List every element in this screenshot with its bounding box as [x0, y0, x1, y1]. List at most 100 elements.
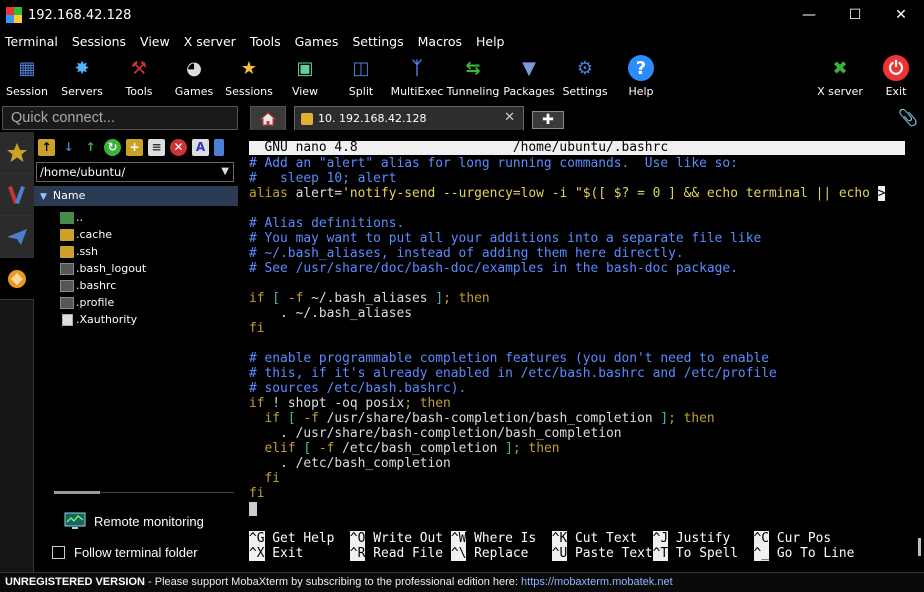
terminal-text: [ [287, 411, 304, 426]
toolbar-tunneling-button[interactable]: ⇆ Tunneling [443, 52, 503, 102]
toolbar-settings-button[interactable]: ⚙ Settings [555, 52, 615, 102]
subscribe-link[interactable]: https://mobaxterm.mobatek.net [521, 576, 673, 588]
maximize-icon[interactable]: ☐ [832, 0, 878, 30]
quick-connect-input[interactable]: Quick connect... [2, 106, 238, 130]
toolbar-servers-button[interactable]: ✸ Servers [52, 52, 112, 102]
path-dropdown[interactable]: /home/ubuntu/ ▼ [36, 162, 234, 182]
toolbar-x-server-button[interactable]: ✖ X server [810, 52, 870, 102]
checkbox-box[interactable] [52, 545, 65, 559]
toolbar-sessions-button[interactable]: ★ Sessions [219, 52, 279, 102]
nano-key: ^W [450, 531, 467, 546]
toolbar-view-button[interactable]: ▣ View [275, 52, 335, 102]
upload-icon[interactable]: ↑ [82, 139, 99, 156]
toolbar-packages-button[interactable]: ▼ Packages [499, 52, 559, 102]
tab-bar: 10. 192.168.42.128 ✕ ✚ [250, 106, 564, 130]
terminal-line: if [ -f /usr/share/bash-completion/bash_… [249, 411, 715, 426]
new-folder-icon[interactable]: + [126, 138, 143, 156]
nano-shortcuts-row-1: ^G Get Help ^O Write Out ^W Where Is ^K … [249, 531, 831, 546]
terminal-text: if [249, 411, 288, 426]
parent-folder-icon[interactable]: ↑ [38, 138, 55, 156]
menu-view[interactable]: View [140, 34, 170, 49]
settings-icon: ⚙ [576, 57, 594, 79]
file-row[interactable]: .bashrc [34, 277, 238, 294]
file-row[interactable]: .Xauthority [34, 311, 238, 328]
terminal-text: . ~/.bash_aliases [249, 306, 412, 321]
nano-key: ^X [249, 546, 265, 561]
menu-x-server[interactable]: X server [184, 34, 236, 49]
nano-key: ^T [652, 546, 669, 561]
rename-icon[interactable]: A [192, 138, 209, 156]
home-icon [260, 111, 276, 125]
terminal-text: ! shopt -oq posix [272, 396, 405, 411]
toolbar-split-button[interactable]: ◫ Split [331, 52, 391, 102]
xserver-icon: ✖ [832, 57, 848, 79]
tunneling-icon: ⇆ [465, 57, 481, 79]
tab-close-icon[interactable]: ✕ [504, 110, 515, 125]
toolbar-tools-button[interactable]: ⚒ Tools [109, 52, 169, 102]
delete-icon[interactable]: ✕ [170, 138, 187, 156]
menu-tools[interactable]: Tools [250, 34, 281, 49]
close-icon[interactable]: ✕ [878, 0, 924, 30]
terminal-scrollbar[interactable] [918, 538, 921, 556]
new-tab-button[interactable]: ✚ [532, 111, 564, 129]
terminal-text: # this, if it's already enabled in /etc/… [249, 366, 777, 381]
nano-key-label: Cur Pos [769, 531, 832, 546]
terminal-text: fi [249, 321, 265, 336]
menu-games[interactable]: Games [295, 34, 339, 49]
sort-arrow-icon: ▼ [40, 192, 47, 202]
refresh-icon[interactable]: ↻ [104, 138, 121, 156]
file-row[interactable]: .ssh [34, 243, 238, 260]
terminal-text: # sources /etc/bash.bashrc). [249, 381, 467, 396]
new-file-icon[interactable]: ≡ [148, 138, 165, 156]
terminal-text: ; then [512, 441, 560, 456]
file-list: .. .cache .ssh .bash_logout .bashrc .profile.… [34, 209, 238, 328]
nano-key-label: Write Out [365, 531, 451, 546]
toolbar-session-button[interactable]: ▦ Session [0, 52, 57, 102]
status-bar: UNREGISTERED VERSION - Please support Mo… [0, 572, 924, 592]
terminal-line: if [ -f ~/.bash_aliases ]; then [249, 291, 490, 306]
menu-macros[interactable]: Macros [418, 34, 462, 49]
menu-bar: Terminal Sessions View X server Tools Games Se… [0, 30, 924, 52]
strip-sftp-button[interactable] [0, 258, 34, 300]
strip-tools-button[interactable] [0, 174, 34, 216]
monitor-icon [64, 512, 86, 529]
toolbar-exit-button[interactable]: ⏻ Exit [866, 52, 924, 102]
download-icon[interactable]: ↓ [60, 139, 77, 156]
minimize-icon[interactable]: — [786, 0, 832, 30]
file-row[interactable]: .profile [34, 294, 238, 311]
file-row[interactable]: .. [34, 209, 238, 226]
menu-sessions[interactable]: Sessions [72, 34, 126, 49]
remote-monitoring-button[interactable]: Remote monitoring [64, 510, 204, 532]
toolbar-help-button[interactable]: ? Help [611, 52, 671, 102]
toolbar-games-button[interactable]: ◕ Games [164, 52, 224, 102]
terminal-text: /etc/bash_completion [342, 441, 506, 456]
toolbar-multiexec-button[interactable]: ᛉ MultiExec [387, 52, 447, 102]
home-tab[interactable] [250, 106, 286, 130]
terminal-text: [ [272, 291, 288, 306]
attach-paperclip-icon[interactable]: 📎 [898, 108, 918, 127]
terminal-text: fi [249, 486, 265, 501]
file-icon [60, 296, 74, 309]
plus-icon: ✚ [542, 112, 554, 128]
terminal-text: if [249, 291, 273, 306]
terminal-view[interactable]: GNU nano 4.8 /home/ubuntu/.bashrc # Add … [244, 138, 916, 568]
nano-key-label: Exit [264, 546, 350, 561]
sftp-globe-icon [8, 269, 26, 288]
unregistered-label: UNREGISTERED VERSION [5, 576, 145, 588]
file-row[interactable]: .bash_logout [34, 260, 238, 277]
name-column-header[interactable]: ▼ Name [34, 186, 238, 206]
strip-macros-button[interactable] [0, 216, 34, 258]
menu-help[interactable]: Help [476, 34, 505, 49]
main-toolbar: ▦ Session ✸ Servers ⚒ Tools ◕ Games ★ Sessions ▣ Vi… [0, 52, 924, 102]
menu-settings[interactable]: Settings [352, 34, 403, 49]
nano-key: ^C [753, 531, 770, 546]
session-icon: ▦ [18, 57, 36, 79]
terminal-text: ] [435, 291, 444, 306]
sidebar-hscroll[interactable] [54, 491, 234, 494]
file-row[interactable]: .cache [34, 226, 238, 243]
sidebar-scroll-handle-icon[interactable] [214, 138, 224, 156]
follow-terminal-folder-checkbox[interactable]: Follow terminal folder [52, 542, 198, 562]
strip-sessions-button[interactable] [0, 132, 34, 174]
menu-terminal[interactable]: Terminal [5, 34, 58, 49]
tab-session[interactable]: 10. 192.168.42.128 ✕ [294, 106, 524, 130]
